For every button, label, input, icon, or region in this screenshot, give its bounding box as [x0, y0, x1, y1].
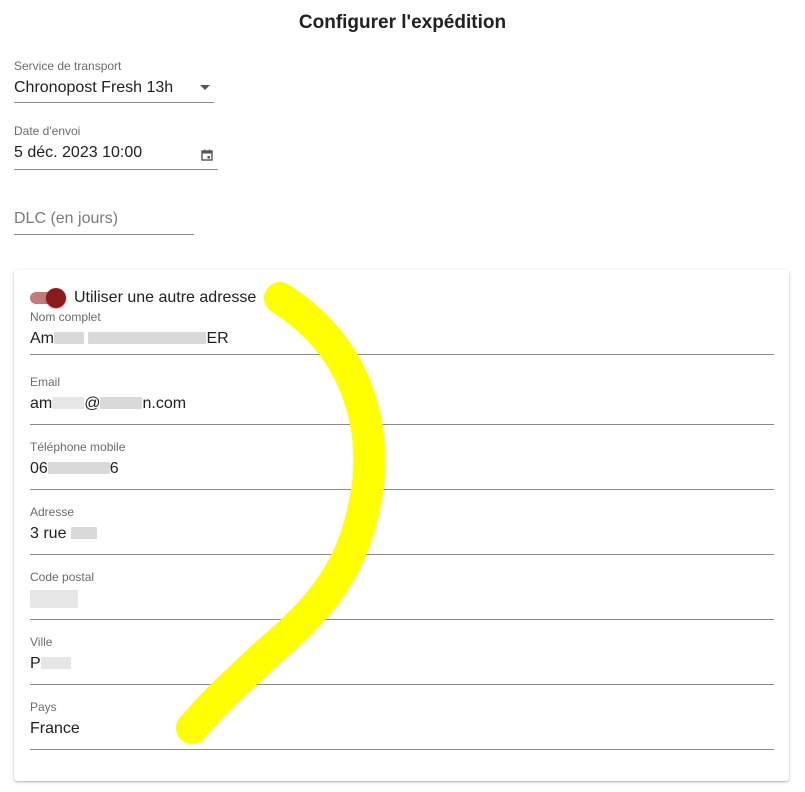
email-label: Email [30, 375, 61, 389]
toggle-label: Utiliser une autre adresse [74, 289, 257, 306]
send-date-field[interactable]: Date d'envoi 5 déc. 2023 10:00 [14, 124, 218, 170]
full-name-label: Nom complet [30, 310, 101, 324]
redacted-text [40, 657, 71, 669]
address-label: Adresse [30, 505, 75, 519]
chevron-down-icon[interactable] [200, 85, 210, 90]
email-field[interactable]: Email am @ n.com [30, 375, 774, 425]
full-name-underline [30, 354, 774, 355]
full-name-field[interactable]: Nom complet Am ER [30, 310, 774, 355]
email-at: @ [84, 395, 101, 412]
email-prefix: am [30, 395, 53, 412]
address-field[interactable]: Adresse 3 rue [30, 505, 774, 555]
postal-code-underline [30, 619, 774, 620]
country-underline [30, 749, 774, 750]
redacted-text [88, 332, 207, 344]
dlc-input[interactable]: DLC (en jours) [14, 196, 194, 235]
city-field[interactable]: Ville P [30, 635, 774, 685]
redacted-text [100, 397, 143, 409]
transport-select[interactable]: Service de transport Chronopost Fresh 13… [14, 59, 214, 103]
send-date-label: Date d'envoi [14, 124, 81, 138]
address-underline [30, 554, 774, 555]
city-value: P [30, 655, 774, 673]
shipping-config-page: Configurer l'expédition Service de trans… [0, 0, 805, 792]
mobile-prefix: 06 [30, 460, 48, 477]
redacted-text [47, 462, 110, 474]
mobile-field[interactable]: Téléphone mobile 06 6 [30, 440, 774, 490]
postal-code-value [30, 590, 774, 612]
city-prefix: P [30, 655, 41, 672]
city-label: Ville [30, 635, 53, 649]
address-prefix: 3 rue [30, 525, 67, 542]
city-underline [30, 684, 774, 685]
full-name-suffix: ER [206, 330, 229, 347]
mobile-label: Téléphone mobile [30, 440, 126, 454]
transport-underline [14, 102, 214, 103]
email-underline [30, 424, 774, 425]
country-field[interactable]: Pays France [30, 700, 774, 750]
use-other-address-toggle[interactable] [30, 288, 66, 308]
address-value: 3 rue [30, 525, 774, 543]
page-title: Configurer l'expédition [298, 12, 507, 33]
mobile-value: 06 6 [30, 460, 774, 478]
country-label: Pays [30, 700, 57, 714]
send-date-value: 5 déc. 2023 10:00 [14, 144, 143, 161]
email-value: am @ n.com [30, 395, 774, 413]
toggle-thumb [46, 288, 66, 308]
calendar-icon[interactable] [201, 149, 213, 161]
redacted-text [54, 332, 84, 344]
alternate-address-card: Utiliser une autre adresse Nom complet A… [14, 270, 789, 781]
send-date-underline [14, 169, 218, 170]
dlc-underline [14, 234, 194, 235]
full-name-prefix: Am [30, 330, 54, 347]
transport-value: Chronopost Fresh 13h [14, 79, 174, 96]
postal-code-field[interactable]: Code postal [30, 570, 774, 620]
email-suffix: n.com [142, 395, 187, 412]
full-name-value: Am ER [30, 330, 774, 348]
transport-label: Service de transport [14, 59, 122, 73]
postal-code-label: Code postal [30, 570, 95, 584]
mobile-suffix: 6 [109, 460, 119, 477]
dlc-placeholder: DLC (en jours) [14, 210, 119, 227]
redacted-text [52, 397, 85, 409]
country-value: France [30, 720, 80, 737]
mobile-underline [30, 489, 774, 490]
redacted-text [30, 590, 78, 608]
redacted-text [70, 527, 97, 539]
